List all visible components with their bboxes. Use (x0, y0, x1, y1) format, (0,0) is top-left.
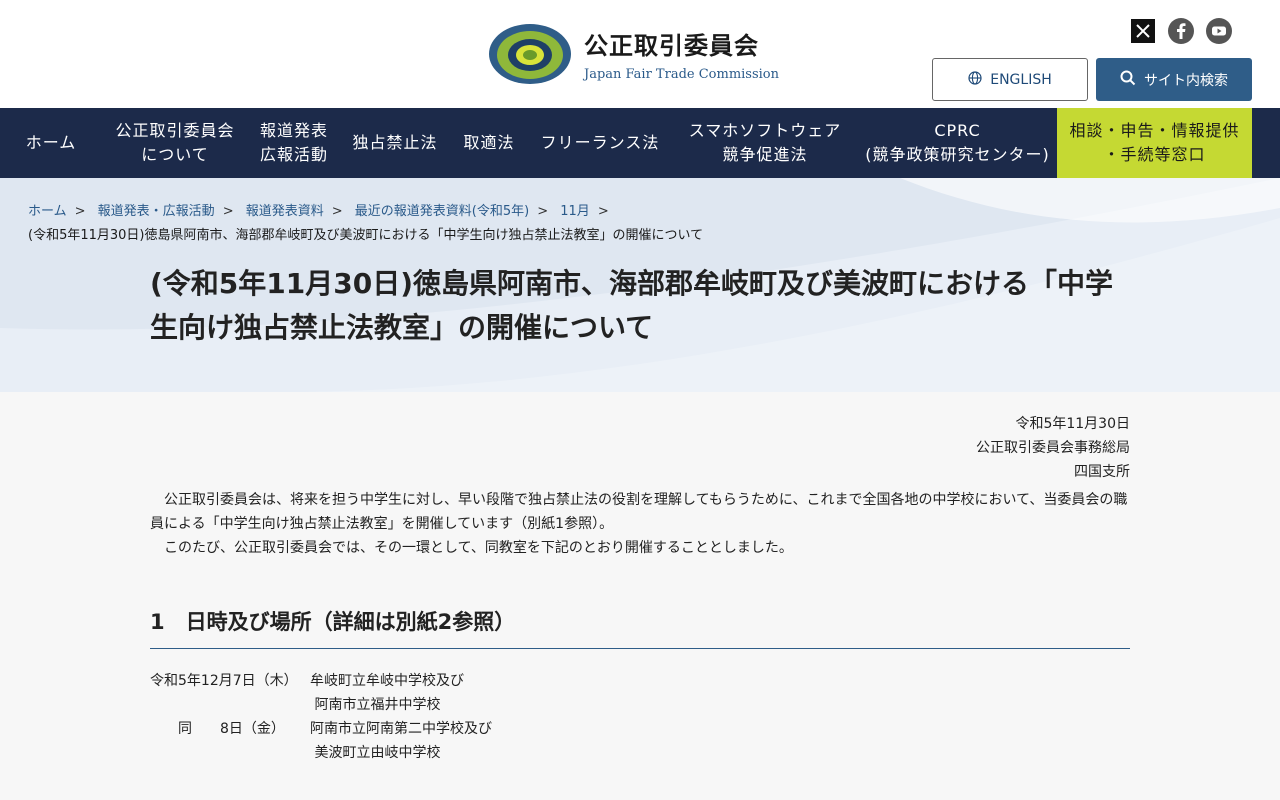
site-logo[interactable]: 公正取引委員会 Japan Fair Trade Commission (488, 22, 779, 86)
english-label: ENGLISH (990, 71, 1052, 88)
site-search-button[interactable]: サイト内検索 (1096, 58, 1252, 101)
nav-about[interactable]: 公正取引委員会 について (102, 108, 248, 178)
schedule-list: 令和5年12月7日（木） 牟岐町立牟岐中学校及び 阿南市立福井中学校 同 8日（… (150, 669, 1130, 765)
org-name-ja: 公正取引委員会 (584, 32, 759, 60)
issue-info: 令和5年11月30日 公正取引委員会事務総局 四国支所 (150, 412, 1130, 484)
breadcrumb-recent-r5[interactable]: 最近の報道発表資料(令和5年) (355, 204, 529, 219)
page-title: (令和5年11月30日)徳島県阿南市、海部郡牟岐町及び美波町における「中学生向け… (150, 267, 1114, 344)
nav-cprc[interactable]: CPRC (競争政策研究センター) (858, 108, 1057, 178)
nav-home[interactable]: ホーム (0, 108, 102, 178)
youtube-icon[interactable] (1206, 18, 1232, 44)
issuer-branch: 四国支所 (1074, 464, 1130, 480)
search-label: サイト内検索 (1144, 72, 1228, 89)
nav-smartphone-act[interactable]: スマホソフトウェア 競争促進法 (672, 108, 858, 178)
org-name-en: Japan Fair Trade Commission (584, 67, 779, 82)
schedule-row: 令和5年12月7日（木） 牟岐町立牟岐中学校及び (150, 673, 464, 689)
nav-freelance-act[interactable]: フリーランス法 (528, 108, 672, 178)
schedule-row: 美波町立由岐中学校 (310, 745, 441, 761)
breadcrumb-current: (令和5年11月30日)徳島県阿南市、海部郡牟岐町及び美波町における「中学生向け… (28, 228, 704, 243)
social-links (1130, 18, 1232, 44)
globe-icon (968, 70, 982, 89)
global-nav: ホーム 公正取引委員会 について 報道発表 広報活動 独占禁止法 取適法 フリーラン… (0, 108, 1280, 178)
jftc-logo-icon (488, 22, 572, 86)
x-icon[interactable] (1130, 18, 1156, 44)
breadcrumb-press-materials[interactable]: 報道発表資料 (246, 204, 324, 219)
schedule-row: 同 8日（金） 阿南市立阿南第二中学校及び (150, 721, 492, 737)
breadcrumb-november[interactable]: 11月 (560, 204, 590, 219)
intro-paragraph: 公正取引委員会は、将来を担う中学生に対し、早い段階で独占禁止法の役割を理解しても… (150, 492, 1128, 532)
section-heading: 1 日時及び場所（詳細は別紙2参照） (150, 606, 1130, 649)
schedule-row: 阿南市立福井中学校 (310, 697, 441, 713)
announcement-paragraph: このたび、公正取引委員会では、その一環として、同教室を下記のとおり開催することと… (164, 540, 793, 556)
issue-date: 令和5年11月30日 (1015, 416, 1130, 432)
english-button[interactable]: ENGLISH (932, 58, 1088, 101)
facebook-icon[interactable] (1168, 18, 1194, 44)
main-content: 令和5年11月30日 公正取引委員会事務総局 四国支所 公正取引委員会は、将来を… (150, 392, 1130, 765)
nav-torihiki-act[interactable]: 取適法 (450, 108, 528, 178)
nav-antimonopoly-act[interactable]: 独占禁止法 (340, 108, 450, 178)
breadcrumb-home[interactable]: ホーム (28, 204, 67, 219)
breadcrumb-press[interactable]: 報道発表・広報活動 (98, 204, 215, 219)
search-icon (1120, 70, 1136, 90)
breadcrumb: ホーム > 報道発表・広報活動 > 報道発表資料 > 最近の報道発表資料(令和5年) >… (28, 200, 703, 248)
nav-press[interactable]: 報道発表 広報活動 (248, 108, 340, 178)
page-hero: ホーム > 報道発表・広報活動 > 報道発表資料 > 最近の報道発表資料(令和5年) >… (0, 178, 1280, 392)
site-header: 公正取引委員会 Japan Fair Trade Commission ENGL… (0, 0, 1280, 108)
nav-consultation[interactable]: 相談・申告・情報提供 ・手続等窓口 (1057, 108, 1252, 178)
issuer: 公正取引委員会事務総局 (976, 440, 1130, 456)
